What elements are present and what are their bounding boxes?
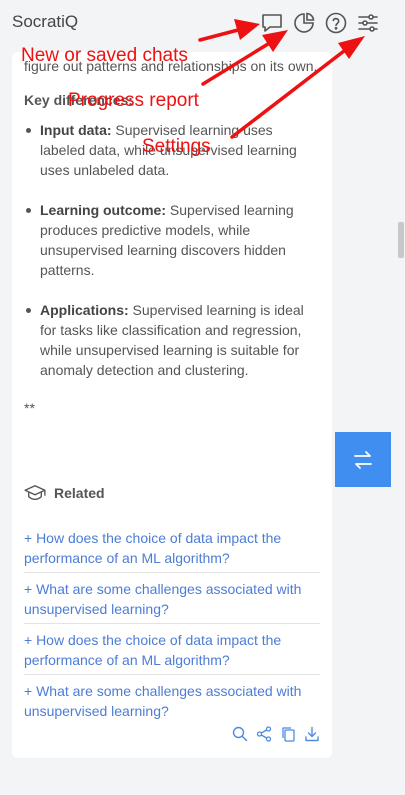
swap-arrows-icon xyxy=(354,450,372,469)
related-questions: + How does the choice of data impact the… xyxy=(24,528,320,731)
swap-panel-button[interactable] xyxy=(335,432,391,487)
annotation-progress: Progress report xyxy=(68,90,199,111)
related-label: Related xyxy=(54,485,105,501)
pie-chart-icon[interactable] xyxy=(292,11,316,35)
differences-list: Input data: Supervised learning uses lab… xyxy=(24,120,320,380)
related-question-link[interactable]: + How does the choice of data impact the… xyxy=(24,630,320,675)
app-title: SocratiQ xyxy=(12,12,79,31)
related-question-link[interactable]: + What are some challenges associated wi… xyxy=(24,579,320,624)
sliders-icon[interactable] xyxy=(356,11,380,35)
term-label: Applications: xyxy=(40,302,129,318)
related-question-link[interactable]: + What are some challenges associated wi… xyxy=(24,681,320,725)
help-circle-icon[interactable] xyxy=(324,11,348,35)
list-item: Learning outcome: Supervised learning pr… xyxy=(24,200,320,280)
annotation-settings: Settings xyxy=(142,136,211,157)
chat-bubble-icon[interactable] xyxy=(260,11,284,35)
list-item: Applications: Supervised learning is ide… xyxy=(24,300,320,380)
graduation-cap-icon xyxy=(24,485,46,500)
header-bar: SocratiQ xyxy=(0,0,405,46)
term-label: Learning outcome: xyxy=(40,202,167,218)
annotation-chats: New or saved chats xyxy=(21,45,188,66)
response-actions xyxy=(232,726,320,742)
trailing-marker: ** xyxy=(24,400,35,416)
share-icon[interactable] xyxy=(256,726,272,742)
download-icon[interactable] xyxy=(304,726,320,742)
scrollbar-thumb[interactable] xyxy=(398,222,404,258)
related-question-link[interactable]: + How does the choice of data impact the… xyxy=(24,528,320,573)
search-icon[interactable] xyxy=(232,726,248,742)
term-label: Input data: xyxy=(40,122,112,138)
related-heading: Related xyxy=(24,484,105,502)
copy-icon[interactable] xyxy=(280,726,296,742)
app-root: SocratiQ figure out patterns and relatio… xyxy=(0,0,405,795)
